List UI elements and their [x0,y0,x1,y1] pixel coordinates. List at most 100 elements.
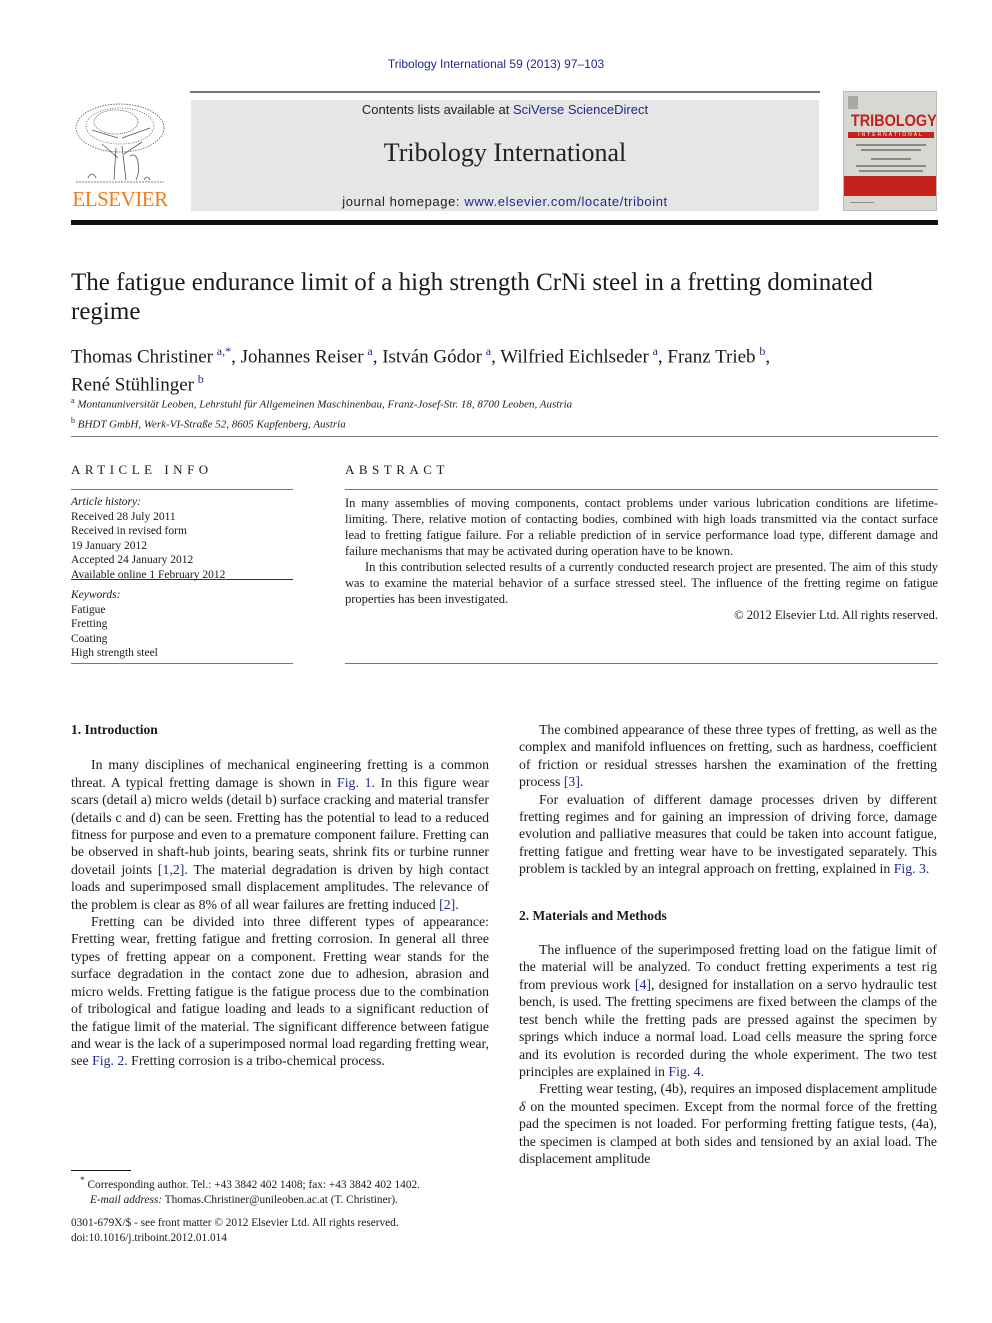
cover-title: TRIBOLOGY [850,111,937,130]
doi-line[interactable]: doi:10.1016/j.triboint.2012.01.014 [71,1231,491,1246]
header-top-rule [190,91,820,93]
keyword-item: Fretting [71,618,108,630]
body-paragraph: In many disciplines of mechanical engine… [71,756,489,913]
abstract-rule-bottom [345,663,938,664]
body-right-column: The combined appearance of these three t… [519,721,937,1167]
reference-link[interactable]: Fig. 2 [92,1053,124,1068]
body-paragraph: The combined appearance of these three t… [519,721,937,791]
abstract-body: In many assemblies of moving components,… [345,495,938,623]
text-run: . [700,1063,705,1079]
keywords: Keywords: Fatigue Fretting Coating High … [71,588,293,661]
author-separator: , [231,346,241,368]
text-run: . [925,861,930,877]
affiliation-marker[interactable]: b [198,372,204,386]
text-run: Fretting wear testing, (4b), requires an… [539,1081,937,1097]
reference-link[interactable]: [4] [635,977,651,992]
text-run: . Fretting corrosion is a tribo-chemical… [124,1053,385,1069]
reference-link[interactable]: Fig. 1 [337,775,371,790]
contents-line: Contents lists available at SciVerse Sci… [191,102,819,117]
author-name[interactable]: Johannes Reiser [241,346,364,367]
keyword-item: Coating [71,632,108,645]
cover-subtitle: INTERNATIONAL [848,132,934,138]
affiliation-b: b BHDT GmbH, Werk-VI-Straße 52, 8605 Kap… [71,415,346,431]
reference-link[interactable]: [3] [564,774,580,789]
author-list: Thomas Christiner a,*, Johannes Reiser a… [71,340,931,397]
footnote-email: E-mail address: Thomas.Christiner@unileo… [90,1193,398,1206]
article-history-rule [71,579,293,580]
homepage-prefix: journal homepage: [342,194,465,209]
history-label: Article history: [71,496,141,508]
cover-text-line [871,158,911,160]
history-item: Received in revised form [71,525,187,537]
reference-link[interactable]: Fig. 4 [668,1064,700,1079]
keyword-item: High strength steel [71,647,158,659]
journal-title: Tribology International [383,138,627,167]
text-run: , designed for installation on a servo h… [519,976,937,1079]
history-item: 19 January 2012 [71,539,148,552]
email-link[interactable]: Thomas.Christiner@unileoben.ac.at (T. Ch… [162,1194,398,1206]
article-info-rule-top [71,489,293,490]
issn-line: 0301-679X/$ - see front matter © 2012 El… [71,1217,399,1229]
affiliations: a Montanuniversität Leoben, Lehrstuhl fü… [71,393,931,432]
cover-text-line [856,144,926,146]
article-history: Article history: Received 28 July 2011 R… [71,495,293,582]
reference-link[interactable]: [1,2] [158,862,184,877]
article-title: The fatigue endurance limit of a high st… [71,269,873,325]
corresponding-author-footnote: * Corresponding author. Tel.: +43 3842 4… [80,1174,500,1208]
author-name[interactable]: Wilfried Eichlseder [500,346,649,367]
reference-link[interactable]: [2] [439,897,455,912]
history-item: Received 28 July 2011 [71,510,176,523]
journal-banner: Contents lists available at SciVerse Sci… [191,100,819,211]
homepage-line: journal homepage: www.elsevier.com/locat… [191,194,819,209]
affiliation-marker[interactable]: a,* [217,344,231,358]
elsevier-wordmark: ELSEVIER [72,187,168,211]
abstract-heading: ABSTRACT [345,462,449,477]
author-separator: , [491,346,501,368]
cover-text-line [859,170,923,172]
sciencedirect-link[interactable]: SciVerse ScienceDirect [513,102,648,117]
abstract-rule-top [345,489,938,490]
cover-red-band [844,176,936,196]
body-paragraph: Fretting can be divided into three diffe… [71,913,489,1070]
cover-text-line [850,202,874,203]
footnote-contact: * Corresponding author. Tel.: +43 3842 4… [80,1176,420,1191]
reference-link[interactable]: Fig. 3 [894,861,926,876]
header-thick-rule [71,220,938,225]
homepage-link[interactable]: www.elsevier.com/locate/triboint [464,194,667,209]
elsevier-logo[interactable]: ELSEVIER [68,94,172,212]
cover-emblem-icon [848,96,858,109]
text-run: Fretting can be divided into three diffe… [71,914,489,1069]
keywords-rule [71,663,293,664]
title-section-rule [71,436,938,437]
cover-text-line [856,165,926,167]
author-name[interactable]: Franz Trieb [667,346,755,367]
front-matter: 0301-679X/$ - see front matter © 2012 El… [71,1216,491,1246]
text-run: For evaluation of different damage proce… [519,791,937,877]
body-paragraph: Fretting wear testing, (4b), requires an… [519,1080,937,1167]
body-left-column: 1. Introduction In many disciplines of m… [71,721,489,1070]
author-separator: , [765,346,771,368]
author-separator: , [657,346,668,368]
text-run: . [455,896,459,912]
keyword-item: Fatigue [71,603,106,616]
cover-text-line [861,149,921,151]
section-heading-introduction: 1. Introduction [71,722,158,737]
abstract-paragraph: In many assemblies of moving components,… [345,496,938,558]
elsevier-tree-icon [75,103,165,183]
body-paragraph: For evaluation of different damage proce… [519,791,937,878]
text-run: on the mounted specimen. Except from the… [519,1098,937,1166]
journal-citation[interactable]: Tribology International 59 (2013) 97–103 [0,57,992,71]
author-name[interactable]: István Gódor [382,346,482,367]
affiliation-a: a Montanuniversität Leoben, Lehrstuhl fü… [71,396,573,411]
keywords-label: Keywords: [71,589,121,601]
abstract-copyright: © 2012 Elsevier Ltd. All rights reserved… [734,608,938,622]
abstract-paragraph: In this contribution selected results of… [345,560,938,606]
journal-cover-thumbnail[interactable]: TRIBOLOGY INTERNATIONAL [843,91,937,211]
body-paragraph: The influence of the superimposed fretti… [519,941,937,1080]
text-run: . [579,774,584,790]
contents-prefix: Contents lists available at [361,102,513,117]
history-item: Accepted 24 January 2012 [71,554,194,566]
section-heading-materials-methods: 2. Materials and Methods [519,907,667,923]
author-name[interactable]: Thomas Christiner [71,346,213,367]
author-separator: , [372,346,383,368]
